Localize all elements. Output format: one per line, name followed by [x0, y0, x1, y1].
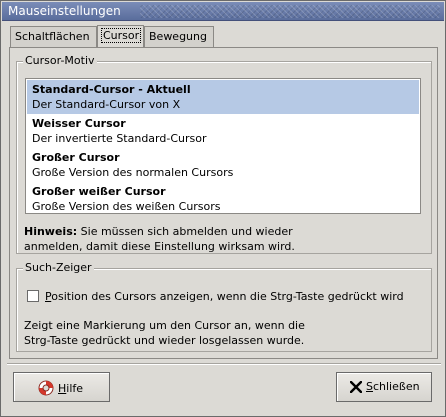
cursor-theme-list[interactable]: Standard-Cursor - Aktuell Der Standard-C… — [25, 78, 421, 214]
hint-text-line2: anmelden, damit diese Einstellung wirksa… — [24, 240, 295, 253]
locate-pointer-frame-label: Such-Zeiger — [23, 261, 94, 274]
locate-pointer-description: Zeigt eine Markierung um den Cursor an, … — [24, 318, 424, 348]
tab-buttons[interactable]: Schaltflächen — [10, 26, 97, 47]
list-item-title: Großer Cursor — [32, 151, 120, 164]
locate-pointer-checkbox-label[interactable]: Position des Cursors anzeigen, wenn die … — [45, 289, 404, 304]
tab-motion-label: Bewegung — [149, 30, 207, 43]
mouse-preferences-window: Mauseinstellungen Schaltflächen Cursor B… — [0, 0, 446, 417]
title-bar[interactable]: Mauseinstellungen — [2, 2, 444, 21]
close-button[interactable]: Schließen — [336, 372, 432, 402]
list-item-title: Großer weißer Cursor — [32, 185, 166, 198]
help-label-text: ilfe — [66, 381, 84, 395]
list-item[interactable]: Standard-Cursor - Aktuell Der Standard-C… — [27, 80, 419, 114]
logout-hint: Hinweis: Sie müssen sich abmelden und wi… — [24, 224, 424, 254]
tab-buttons-label: Schaltflächen — [15, 30, 90, 43]
list-item[interactable]: Weisser Cursor Der invertierte Standard-… — [27, 114, 419, 148]
help-button-label: Hilfe — [58, 382, 83, 395]
list-item-description: Der Standard-Cursor von X — [32, 98, 181, 111]
tab-cursor-label: Cursor — [100, 28, 142, 43]
list-item-title: Standard-Cursor - Aktuell — [32, 83, 191, 96]
hint-text-line1: Sie müssen sich abmelden und wieder — [77, 225, 293, 238]
window-title: Mauseinstellungen — [8, 4, 121, 18]
close-label-text: chließen — [372, 380, 420, 393]
locate-pointer-checkbox[interactable] — [27, 290, 39, 302]
checkbox-label-text: osition des Cursors anzeigen, wenn die S… — [51, 290, 404, 303]
tab-panel-cursor: Cursor-Motiv Standard-Cursor - Aktuell D… — [9, 47, 438, 359]
title-bar-decoration — [140, 5, 440, 18]
help-button[interactable]: Hilfe — [13, 372, 110, 402]
list-item[interactable]: Großer Cursor Große Version des normalen… — [27, 148, 419, 182]
close-button-label: Schließen — [366, 380, 420, 393]
list-item-title: Weisser Cursor — [32, 117, 126, 130]
close-icon — [350, 380, 362, 393]
hint-label: Hinweis: — [24, 225, 78, 238]
list-item-description: Der invertierte Standard-Cursor — [32, 132, 207, 145]
mnemonic: S — [366, 380, 373, 393]
tab-motion[interactable]: Bewegung — [144, 26, 214, 47]
list-item-description: Große Version des weißen Cursors — [32, 200, 221, 213]
tab-cursor[interactable]: Cursor — [97, 25, 144, 48]
button-area-separator — [7, 363, 441, 365]
list-item-description: Große Version des normalen Cursors — [32, 166, 234, 179]
locate-pointer-desc-line2: Strg-Taste gedrückt und wieder losgelass… — [24, 334, 305, 347]
list-item[interactable]: Großer weißer Cursor Große Version des w… — [27, 182, 419, 216]
cursor-theme-frame-label: Cursor-Motiv — [23, 54, 97, 67]
lifebuoy-icon — [38, 380, 54, 396]
locate-pointer-desc-line1: Zeigt eine Markierung um den Cursor an, … — [24, 319, 305, 332]
